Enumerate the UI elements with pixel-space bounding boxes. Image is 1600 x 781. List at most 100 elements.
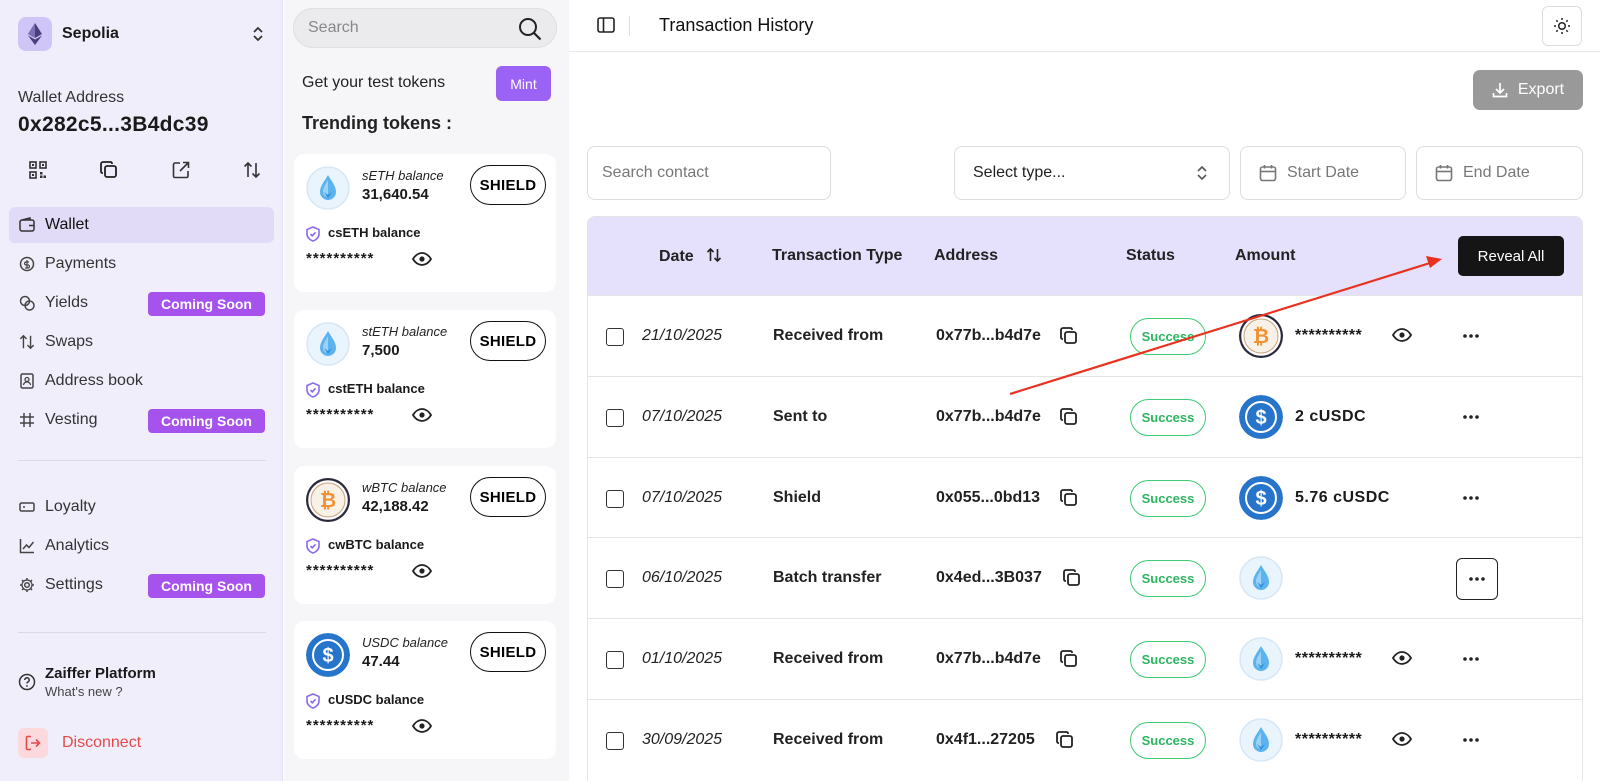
status-badge: Success (1130, 480, 1206, 517)
confidential-token-name: cUSDC balance (328, 692, 425, 707)
row-type: Sent to (773, 408, 828, 425)
date-column-header[interactable]: Date (659, 247, 722, 266)
more-horizontal-icon (1463, 657, 1479, 661)
row-date: 01/10/2025 (642, 650, 723, 667)
copy-icon[interactable] (91, 158, 127, 182)
qr-code-icon[interactable] (20, 158, 56, 182)
transaction-type-select[interactable]: Select type... (954, 146, 1230, 200)
sidebar-item-label: Loyalty (45, 498, 96, 515)
row-date: 21/10/2025 (642, 327, 723, 344)
row-checkbox[interactable] (606, 651, 624, 669)
copy-icon[interactable] (1060, 489, 1078, 507)
copy-icon[interactable] (1063, 569, 1081, 587)
eye-icon[interactable] (412, 252, 432, 266)
sidebar-item-swaps[interactable]: Swaps (9, 324, 274, 360)
swap-arrows-icon[interactable] (234, 158, 270, 182)
sidebar-item-label: Swaps (45, 333, 94, 350)
shield-button[interactable]: SHIELD (470, 632, 546, 672)
sidebar: Sepolia Wallet Address 0x282c5...3B4dc39… (0, 0, 283, 781)
table-row: 01/10/2025 Received from 0x77b...b4d7e S… (588, 618, 1582, 699)
sidebar-item-wallet[interactable]: Wallet (9, 207, 274, 243)
row-type: Batch transfer (773, 569, 882, 586)
sun-icon (1554, 18, 1570, 34)
search-icon[interactable] (518, 17, 542, 41)
token-balance: 47.44 (362, 653, 400, 670)
logout-icon (18, 728, 48, 758)
row-more-button[interactable] (1458, 732, 1484, 748)
token-name: sETH balance (362, 168, 444, 183)
eth-token-icon (1239, 556, 1283, 600)
shield-button[interactable]: SHIELD (470, 477, 546, 517)
confidential-token-name: cwBTC balance (328, 537, 425, 552)
sidebar-item-yields[interactable]: Yields Coming Soon (9, 285, 274, 321)
reveal-all-button[interactable]: Reveal All (1458, 236, 1564, 276)
row-address: 0x055...0bd13 (936, 489, 1041, 506)
row-checkbox[interactable] (606, 328, 624, 346)
disconnect-button[interactable]: Disconnect (18, 728, 141, 758)
row-more-button[interactable] (1458, 490, 1484, 506)
token-name: stETH balance (362, 324, 448, 339)
sidebar-item-label: Vesting (45, 411, 98, 428)
tokens-panel: Get your test tokens Mint Trending token… (284, 0, 569, 781)
mint-button[interactable]: Mint (496, 66, 551, 101)
export-button[interactable]: Export (1473, 70, 1583, 110)
address-column-header: Address (934, 247, 999, 264)
token-card: wBTC balance 42,188.42 SHIELD cwBTC bala… (294, 466, 556, 604)
shield-check-icon (306, 538, 320, 554)
row-checkbox[interactable] (606, 490, 624, 508)
copy-icon[interactable] (1056, 731, 1074, 749)
shield-check-icon (306, 382, 320, 398)
shield-button[interactable]: SHIELD (470, 321, 546, 361)
network-selector[interactable]: Sepolia (18, 16, 268, 52)
sidebar-divider (18, 632, 266, 633)
row-date: 07/10/2025 (642, 408, 723, 425)
token-balance: 31,640.54 (362, 186, 429, 203)
row-address: 0x77b...b4d7e (936, 408, 1041, 425)
sort-icon (707, 247, 722, 263)
copy-icon[interactable] (1060, 327, 1078, 345)
table-row: 30/09/2025 Received from 0x4f1...27205 S… (588, 699, 1582, 780)
eye-icon[interactable] (412, 564, 432, 578)
row-more-button[interactable] (1458, 409, 1484, 425)
eye-icon[interactable] (412, 719, 432, 733)
sidebar-item-loyalty[interactable]: Loyalty (9, 489, 274, 525)
eye-icon[interactable] (1392, 732, 1412, 746)
row-type: Received from (773, 731, 884, 748)
sidebar-item-label: Settings (45, 576, 103, 593)
theme-toggle-button[interactable] (1542, 6, 1582, 46)
start-date-picker[interactable]: Start Date (1240, 146, 1406, 200)
row-checkbox[interactable] (606, 732, 624, 750)
status-badge: Success (1130, 399, 1206, 436)
shield-button[interactable]: SHIELD (470, 165, 546, 205)
sidebar-item-analytics[interactable]: Analytics (9, 528, 274, 564)
end-date-picker[interactable]: End Date (1416, 146, 1583, 200)
more-horizontal-icon (1463, 415, 1479, 419)
row-more-button[interactable] (1456, 558, 1498, 600)
token-search-input[interactable] (308, 19, 508, 37)
token-name: USDC balance (362, 635, 448, 650)
sidebar-item-settings[interactable]: Settings Coming Soon (9, 567, 274, 603)
row-checkbox[interactable] (606, 409, 624, 427)
platform-news[interactable]: Zaiffer Platform What's new ? (18, 665, 156, 699)
row-more-button[interactable] (1458, 651, 1484, 667)
token-card: sETH balance 31,640.54 SHIELD csETH bala… (294, 154, 556, 292)
search-contact-input[interactable]: Search contact (587, 146, 831, 200)
row-checkbox[interactable] (606, 570, 624, 588)
external-link-icon[interactable] (163, 158, 199, 182)
token-card: USDC balance 47.44 SHIELD cUSDC balance … (294, 621, 556, 759)
copy-icon[interactable] (1060, 408, 1078, 426)
sidebar-item-payments[interactable]: Payments (9, 246, 274, 282)
sidebar-item-address-book[interactable]: Address book (9, 363, 274, 399)
sidebar-item-vesting[interactable]: Vesting Coming Soon (9, 402, 274, 438)
table-row: 07/10/2025 Shield 0x055...0bd13 Success … (588, 457, 1582, 538)
eye-icon[interactable] (412, 408, 432, 422)
row-more-button[interactable] (1458, 328, 1484, 344)
chevron-up-down-icon (1197, 165, 1207, 181)
row-amount: ********** (1295, 327, 1363, 344)
more-horizontal-icon (1463, 334, 1479, 338)
copy-icon[interactable] (1060, 650, 1078, 668)
sidebar-toggle-icon[interactable] (597, 16, 615, 34)
usdc-token-icon (1239, 476, 1283, 520)
eye-icon[interactable] (1392, 328, 1412, 342)
eye-icon[interactable] (1392, 651, 1412, 665)
